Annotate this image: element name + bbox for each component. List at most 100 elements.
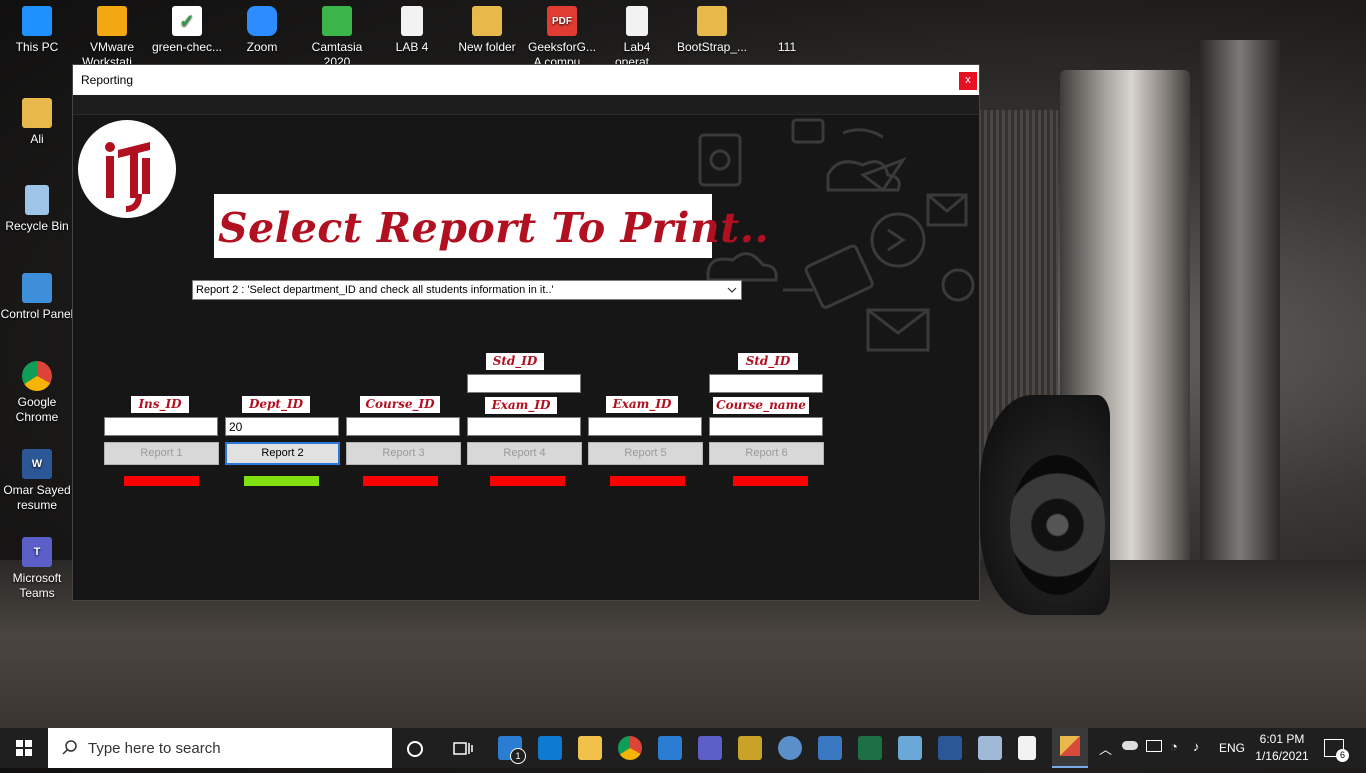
- notepad-icon[interactable]: [1018, 736, 1036, 760]
- report-2-button[interactable]: Report 2: [225, 442, 340, 465]
- title-bar[interactable]: Reporting x: [73, 65, 979, 95]
- desktop-icon-label: Zoom: [246, 40, 278, 54]
- report-1-status-indicator: [124, 476, 199, 486]
- camtasia-icon: [322, 6, 352, 36]
- mail-icon[interactable]: 1: [498, 736, 526, 764]
- ins-id-field[interactable]: [104, 417, 218, 436]
- notification-center-icon[interactable]: 6: [1324, 739, 1349, 762]
- exam-id-field-report5[interactable]: [588, 417, 702, 436]
- exam-id-label-report5: Exam_ID: [606, 396, 678, 413]
- desktop-icon-lab4[interactable]: LAB 4: [375, 6, 449, 55]
- word-icon[interactable]: [938, 736, 962, 760]
- control-panel-icon: [22, 273, 52, 303]
- report-4-button[interactable]: Report 4: [467, 442, 582, 465]
- dept-id-label: Dept_ID: [242, 396, 310, 413]
- desktop-icon-this-pc[interactable]: This PC: [0, 6, 74, 55]
- teams-icon[interactable]: [698, 736, 722, 760]
- pdf-icon: PDF: [547, 6, 577, 36]
- desktop-icon-zoom[interactable]: Zoom: [225, 6, 299, 55]
- dept-id-field[interactable]: 20: [225, 417, 339, 436]
- std-id-field-report6[interactable]: [709, 374, 823, 393]
- teams-icon: T: [22, 537, 52, 567]
- course-name-field[interactable]: [709, 417, 823, 436]
- chevron-up-icon[interactable]: ︿: [1099, 739, 1112, 758]
- window-title: Reporting: [81, 73, 134, 87]
- desktop-icon-label: green-chec...: [151, 40, 223, 54]
- desktop-icon-label: This PC: [15, 40, 59, 54]
- search-placeholder: Type here to search: [88, 740, 221, 757]
- desktop-icon-camtasia[interactable]: Camtasia 2020: [300, 6, 374, 70]
- start-button[interactable]: [0, 728, 48, 768]
- exam-id-field-report4[interactable]: [467, 417, 581, 436]
- std-id-field-report4[interactable]: [467, 374, 581, 393]
- desktop-icon-microsoft-teams[interactable]: T Microsoft Teams: [0, 537, 74, 601]
- chevron-down-icon[interactable]: [726, 284, 738, 296]
- winforms-app-icon: [1060, 736, 1080, 756]
- wallpaper-tank-secondary: [1200, 40, 1280, 560]
- report-1-button[interactable]: Report 1: [104, 442, 219, 465]
- desktop-icon-label: Omar Sayed resume: [3, 483, 71, 512]
- file-explorer-icon[interactable]: [578, 736, 602, 760]
- desktop-icon-label: Microsoft Teams: [12, 571, 62, 600]
- toolbar-strip: [73, 95, 979, 115]
- app-blue-icon[interactable]: [898, 736, 922, 760]
- report-4-status-indicator: [490, 476, 565, 486]
- course-id-field[interactable]: [346, 417, 460, 436]
- report-select-value: Report 2 : 'Select department_ID and che…: [196, 284, 554, 296]
- cortana-icon[interactable]: [405, 739, 425, 759]
- desktop-icon-111[interactable]: 111: [750, 6, 824, 55]
- app-window-icon[interactable]: [658, 736, 682, 760]
- iti-logo: [78, 120, 176, 218]
- course-id-label: Course_ID: [360, 396, 440, 413]
- desktop-icon-label: Google Chrome: [15, 395, 59, 424]
- clock[interactable]: 6:01 PM 1/16/2021: [1254, 731, 1310, 765]
- battery-icon[interactable]: [1146, 740, 1162, 752]
- mail-badge: 1: [510, 748, 526, 764]
- desktop-icon-google-chrome[interactable]: Google Chrome: [0, 361, 74, 425]
- report-6-button[interactable]: Report 6: [709, 442, 824, 465]
- folder-icon: [697, 6, 727, 36]
- reporting-window: Reporting x Select Report To Print.. Rep…: [73, 65, 979, 600]
- wifi-icon[interactable]: ◔: [1170, 739, 1178, 754]
- course-name-label: Course_name: [713, 397, 809, 414]
- settings-gear-icon[interactable]: [778, 736, 802, 760]
- clock-time: 6:01 PM: [1259, 732, 1305, 746]
- desktop-icon-label: Recycle Bin: [5, 219, 69, 233]
- close-button[interactable]: x: [959, 72, 977, 90]
- report-select-dropdown[interactable]: Report 2 : 'Select department_ID and che…: [192, 280, 742, 300]
- desktop-icon-new-folder[interactable]: New folder: [450, 6, 524, 55]
- desktop-icon-geeksforgeeks-pdf[interactable]: PDF GeeksforG... A compu...: [525, 6, 599, 70]
- onedrive-cloud-icon[interactable]: [1122, 741, 1138, 750]
- desktop-icon-lab4-operat[interactable]: Lab4 operat...: [600, 6, 674, 70]
- desktop-icon-label: 111: [777, 40, 797, 54]
- reporting-app-taskbar-button[interactable]: [1052, 728, 1088, 768]
- desktop-icon-label: Ali: [30, 132, 44, 146]
- desktop-icon-recycle-bin[interactable]: Recycle Bin: [0, 185, 74, 234]
- volume-icon[interactable]: ♪: [1193, 739, 1200, 754]
- desktop-icon-bootstrap[interactable]: BootStrap_...: [675, 6, 749, 55]
- report-3-status-indicator: [363, 476, 438, 486]
- remote-desktop-icon[interactable]: [978, 736, 1002, 760]
- tools-icon[interactable]: [738, 736, 762, 760]
- excel-icon[interactable]: [858, 736, 882, 760]
- report-3-button[interactable]: Report 3: [346, 442, 461, 465]
- language-indicator[interactable]: ENG: [1219, 741, 1245, 755]
- desktop-icon-control-panel[interactable]: Control Panel: [0, 273, 74, 322]
- vscode-icon[interactable]: [538, 736, 562, 760]
- document-icon: [626, 6, 648, 36]
- exam-id-label-report4: Exam_ID: [485, 397, 557, 414]
- taskbar-search-box[interactable]: Type here to search: [48, 728, 392, 768]
- desktop-icon-vmware[interactable]: VMware Workstati...: [75, 6, 149, 70]
- checkmark-icon: ✓: [172, 6, 202, 36]
- report-5-button[interactable]: Report 5: [588, 442, 703, 465]
- chrome-icon[interactable]: [618, 736, 642, 760]
- report-6-status-indicator: [733, 476, 808, 486]
- desktop-icon-omar-resume[interactable]: W Omar Sayed resume: [0, 449, 74, 513]
- recycle-bin-icon: [25, 185, 49, 215]
- desktop-icon-green-check[interactable]: ✓ green-chec...: [150, 6, 224, 55]
- report-2-status-indicator: [244, 476, 319, 486]
- task-view-icon[interactable]: [452, 739, 474, 759]
- photos-icon[interactable]: [818, 736, 842, 760]
- document-icon: [401, 6, 423, 36]
- desktop-icon-ali[interactable]: Ali: [0, 98, 74, 147]
